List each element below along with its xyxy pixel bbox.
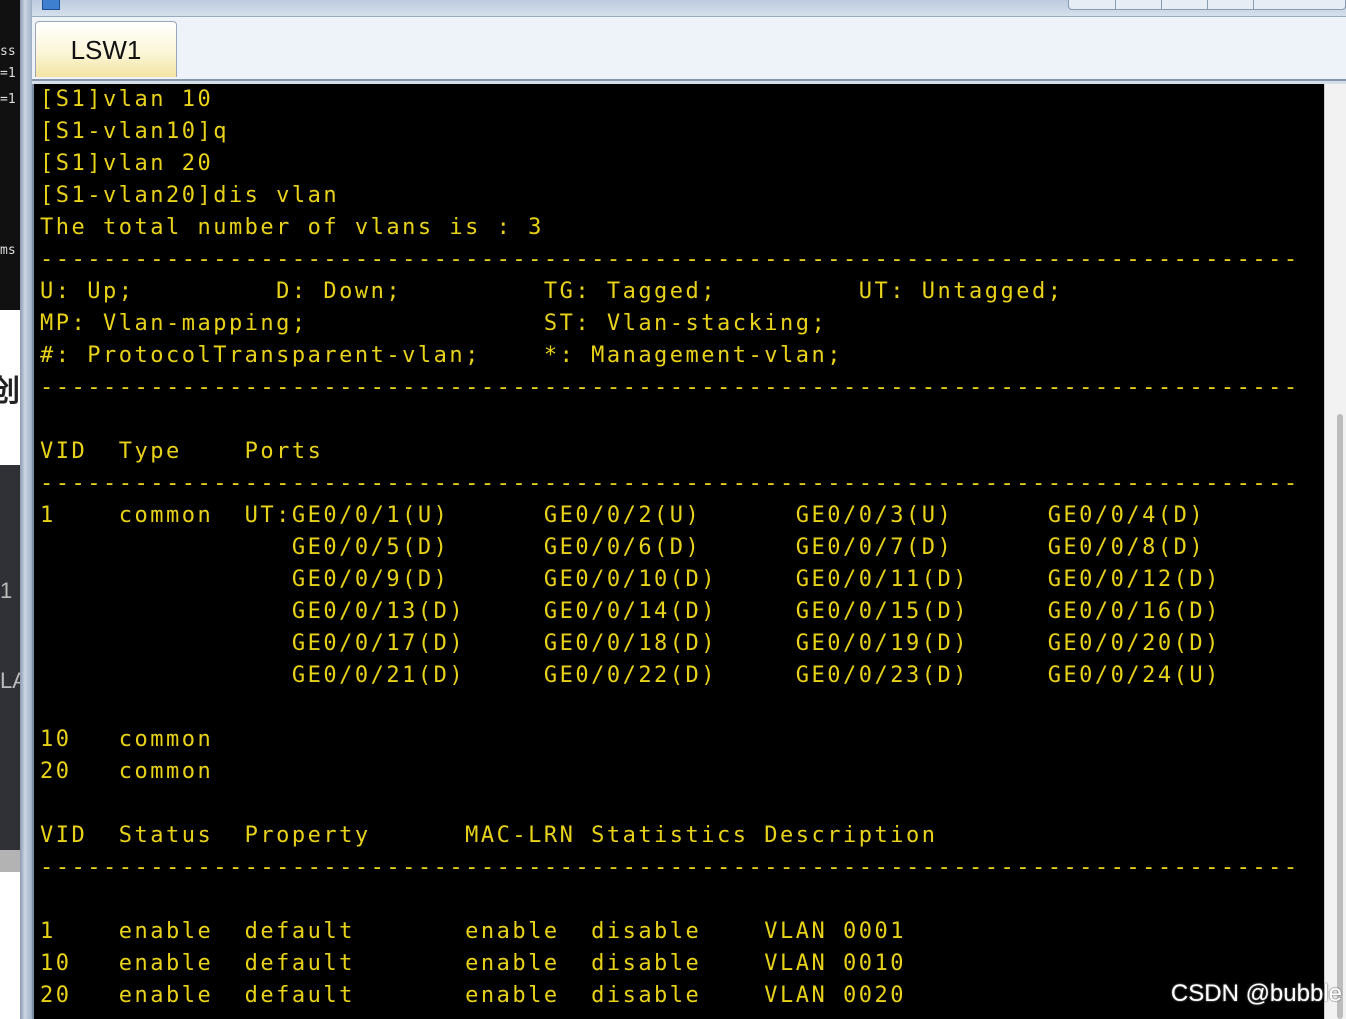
window-left-border	[20, 0, 32, 1019]
console-line: MP: Vlan-mapping; ST: Vlan-stacking;	[40, 311, 828, 336]
console-line: GE0/0/17(D) GE0/0/18(D) GE0/0/19(D) GE0/…	[40, 631, 1221, 656]
console-line: ----------------------------------------…	[40, 247, 1300, 272]
background-window-strip: ss =1 =1 ms 创 1 LA	[0, 0, 20, 1019]
console-line: U: Up; D: Down; TG: Tagged; UT: Untagged…	[40, 279, 1064, 304]
background-text-fragment: ss	[0, 44, 16, 59]
console-line: 1 common UT:GE0/0/1(U) GE0/0/2(U) GE0/0/…	[40, 503, 1206, 528]
console-line: GE0/0/5(D) GE0/0/6(D) GE0/0/7(D) GE0/0/8…	[40, 535, 1206, 560]
app-icon	[42, 0, 60, 10]
window-controls[interactable]	[1068, 0, 1346, 10]
watermark: CSDN @bubble	[1170, 980, 1342, 1007]
background-gray-bar	[0, 850, 20, 872]
console-line: GE0/0/9(D) GE0/0/10(D) GE0/0/11(D) GE0/0…	[40, 567, 1221, 592]
background-text-fragment: =1	[0, 92, 16, 107]
background-text-fragment: 创	[0, 375, 20, 408]
background-text-fragment: 1	[0, 578, 13, 603]
background-text-fragment: =1	[0, 66, 16, 81]
console-line: [S1-vlan10]q	[40, 119, 229, 144]
console-line: [S1]vlan 10	[40, 87, 214, 112]
console-line: 20 common	[40, 759, 214, 784]
console-line: 10 common	[40, 727, 214, 752]
background-dark-panel	[0, 465, 20, 850]
tab-bar: LSW1	[32, 17, 1346, 81]
console-line: GE0/0/21(D) GE0/0/22(D) GE0/0/23(D) GE0/…	[40, 663, 1221, 688]
vertical-scrollbar[interactable]	[1324, 84, 1346, 1019]
console-line: ----------------------------------------…	[40, 855, 1300, 880]
title-bar	[32, 0, 1346, 17]
console-line: [S1]vlan 20	[40, 151, 214, 176]
console-line: VID Status Property MAC-LRN Statistics D…	[40, 823, 938, 848]
console-line: #: ProtocolTransparent-vlan; *: Manageme…	[40, 343, 844, 368]
console-line: VID Type Ports	[40, 439, 324, 464]
console-line: The total number of vlans is : 3	[40, 215, 544, 240]
console-line: 1 enable default enable disable VLAN 000…	[40, 919, 906, 944]
console-line: ----------------------------------------…	[40, 375, 1300, 400]
background-text-fragment: LA	[0, 668, 20, 693]
tab-lsw1[interactable]: LSW1	[35, 21, 177, 77]
scrollbar-thumb[interactable]	[1337, 414, 1343, 1019]
console-line: 20 enable default enable disable VLAN 00…	[40, 983, 906, 1008]
terminal-console[interactable]: [S1]vlan 10 [S1-vlan10]q [S1]vlan 20 [S1-vl…	[32, 84, 1326, 1019]
console-line: ----------------------------------------…	[40, 471, 1300, 496]
console-line: 10 enable default enable disable VLAN 00…	[40, 951, 906, 976]
console-line: GE0/0/13(D) GE0/0/14(D) GE0/0/15(D) GE0/…	[40, 599, 1221, 624]
background-text-fragment: ms	[0, 243, 16, 258]
console-line: [S1-vlan20]dis vlan	[40, 183, 340, 208]
console-output: [S1]vlan 10 [S1-vlan10]q [S1]vlan 20 [S1-vl…	[40, 84, 1300, 1012]
